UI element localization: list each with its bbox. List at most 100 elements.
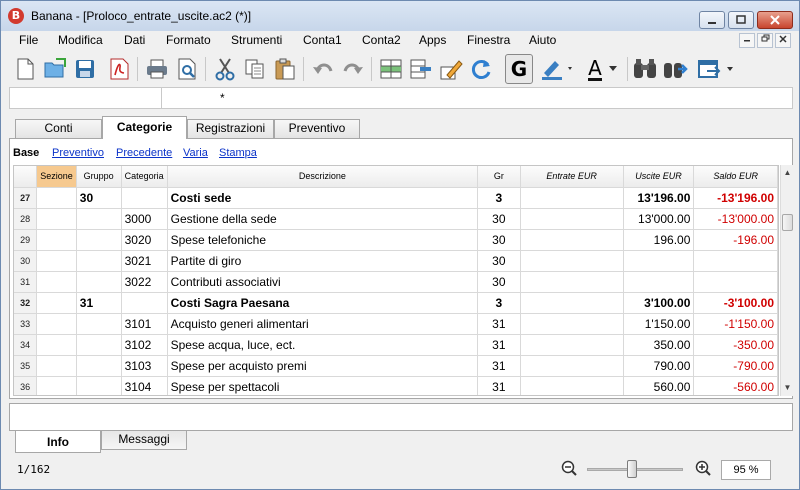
header-gruppo[interactable]: Gruppo xyxy=(76,166,122,188)
menu-aiuto[interactable]: Aiuto xyxy=(529,33,556,47)
zoom-level-field[interactable]: 95 % xyxy=(721,460,771,480)
cell-uscite[interactable] xyxy=(623,271,695,293)
cell-descrizione[interactable]: Contributi associativi xyxy=(167,271,479,293)
cell-descrizione[interactable]: Spese acqua, luce, ect. xyxy=(167,334,479,356)
scroll-up-icon[interactable]: ▲ xyxy=(781,166,794,179)
view-precedente[interactable]: Precedente xyxy=(116,147,172,159)
table-row[interactable]: 34 3102 Spese acqua, luce, ect. 31 350.0… xyxy=(14,334,778,356)
cell-categoria[interactable]: 3000 xyxy=(121,208,168,230)
cell-sezione[interactable] xyxy=(36,313,77,335)
tab-registrazioni[interactable]: Registrazioni xyxy=(187,119,274,138)
cell-uscite[interactable]: 13'196.00 xyxy=(623,187,695,209)
cell-uscite[interactable]: 13'000.00 xyxy=(623,208,695,230)
cell-sezione[interactable] xyxy=(36,250,77,272)
cell-gr[interactable]: 3 xyxy=(477,292,521,314)
cell-sezione[interactable] xyxy=(36,187,77,209)
cell-saldo[interactable]: -3'100.00 xyxy=(693,292,778,314)
cell-gruppo[interactable] xyxy=(76,376,122,395)
cell-sezione[interactable] xyxy=(36,376,77,395)
cell-categoria[interactable]: 3103 xyxy=(121,355,168,377)
cell-sezione[interactable] xyxy=(36,271,77,293)
cell-gr[interactable]: 31 xyxy=(477,355,521,377)
cell-categoria[interactable] xyxy=(121,187,168,209)
cell-saldo[interactable]: -350.00 xyxy=(693,334,778,356)
tab-categorie[interactable]: Categorie xyxy=(102,116,187,139)
cell-descrizione[interactable]: Partite di giro xyxy=(167,250,479,272)
cell-gruppo[interactable]: 31 xyxy=(76,292,122,314)
view-stampa[interactable]: Stampa xyxy=(219,147,257,159)
tab-conti[interactable]: Conti xyxy=(15,119,102,138)
cell-descrizione[interactable]: Acquisto generi alimentari xyxy=(167,313,479,335)
cell-entrate[interactable] xyxy=(520,313,624,335)
header-sezione[interactable]: Sezione xyxy=(36,166,77,188)
cell-sezione[interactable] xyxy=(36,334,77,356)
cell-entrate[interactable] xyxy=(520,334,624,356)
maximize-button[interactable] xyxy=(728,11,754,29)
cell-saldo[interactable]: -13'000.00 xyxy=(693,208,778,230)
table-row[interactable]: 28 3000 Gestione della sede 30 13'000.00… xyxy=(14,208,778,230)
cell-gruppo[interactable] xyxy=(76,250,122,272)
menu-file[interactable]: File xyxy=(19,33,38,47)
mdi-restore-button[interactable] xyxy=(757,33,773,48)
cell-categoria[interactable]: 3101 xyxy=(121,313,168,335)
table-row[interactable]: 35 3103 Spese per acquisto premi 31 790.… xyxy=(14,355,778,377)
cell-descrizione[interactable]: Spese per spettacoli xyxy=(167,376,479,395)
header-uscite[interactable]: Uscite EUR xyxy=(623,166,695,188)
zoom-out-button[interactable] xyxy=(561,460,577,476)
header-entrate[interactable]: Entrate EUR xyxy=(520,166,624,188)
cell-uscite[interactable]: 790.00 xyxy=(623,355,695,377)
cell-entrate[interactable] xyxy=(520,271,624,293)
table-row[interactable]: 29 3020 Spese telefoniche 30 196.00 -196… xyxy=(14,229,778,251)
cell-saldo[interactable]: -13'196.00 xyxy=(693,187,778,209)
view-preventivo[interactable]: Preventivo xyxy=(52,147,104,159)
cell-gr[interactable]: 31 xyxy=(477,376,521,395)
title-bar[interactable]: B Banana - [Proloco_entrate_uscite.ac2 (… xyxy=(1,1,799,31)
table-row[interactable]: 31 3022 Contributi associativi 30 xyxy=(14,271,778,293)
table-row[interactable]: 30 3021 Partite di giro 30 xyxy=(14,250,778,272)
find-button[interactable] xyxy=(631,54,659,84)
cell-descrizione[interactable]: Costi Sagra Paesana xyxy=(167,292,479,314)
cell-saldo[interactable]: -560.00 xyxy=(693,376,778,395)
cell-descrizione[interactable]: Spese per acquisto premi xyxy=(167,355,479,377)
print-button[interactable] xyxy=(143,54,171,84)
cell-entrate[interactable] xyxy=(520,208,624,230)
cell-entrate[interactable] xyxy=(520,187,624,209)
pdf-button[interactable] xyxy=(105,54,133,84)
cell-gr[interactable]: 30 xyxy=(477,271,521,293)
menu-dati[interactable]: Dati xyxy=(124,33,145,47)
table-row[interactable]: 27 30 Costi sede 3 13'196.00 -13'196.00 xyxy=(14,187,778,209)
menu-modifica[interactable]: Modifica xyxy=(58,33,103,47)
cell-categoria[interactable] xyxy=(121,292,168,314)
paste-button[interactable] xyxy=(271,54,299,84)
header-categoria[interactable]: Categoria xyxy=(121,166,168,188)
cell-saldo[interactable]: -1'150.00 xyxy=(693,313,778,335)
cell-sezione[interactable] xyxy=(36,229,77,251)
cell-categoria[interactable]: 3020 xyxy=(121,229,168,251)
cell-uscite[interactable] xyxy=(623,250,695,272)
cell-sezione[interactable] xyxy=(36,208,77,230)
cell-saldo[interactable] xyxy=(693,271,778,293)
cell-uscite[interactable]: 196.00 xyxy=(623,229,695,251)
cell-saldo[interactable]: -196.00 xyxy=(693,229,778,251)
cut-button[interactable] xyxy=(211,54,239,84)
header-gr[interactable]: Gr xyxy=(477,166,521,188)
formula-value-field[interactable]: * xyxy=(220,91,225,105)
cell-gr[interactable]: 30 xyxy=(477,229,521,251)
table-row[interactable]: 33 3101 Acquisto generi alimentari 31 1'… xyxy=(14,313,778,335)
header-saldo[interactable]: Saldo EUR xyxy=(693,166,778,188)
cell-descrizione[interactable]: Costi sede xyxy=(167,187,479,209)
cell-entrate[interactable] xyxy=(520,355,624,377)
cell-entrate[interactable] xyxy=(520,229,624,251)
save-button[interactable] xyxy=(71,54,99,84)
highlight-color-button[interactable] xyxy=(539,54,577,84)
cell-gruppo[interactable] xyxy=(76,355,122,377)
zoom-slider-thumb[interactable] xyxy=(627,460,637,478)
cell-gruppo[interactable] xyxy=(76,313,122,335)
menu-apps[interactable]: Apps xyxy=(419,33,446,47)
refresh-button[interactable] xyxy=(467,54,495,84)
cell-categoria[interactable]: 3021 xyxy=(121,250,168,272)
header-descrizione[interactable]: Descrizione xyxy=(167,166,479,188)
cell-gr[interactable]: 30 xyxy=(477,250,521,272)
cell-reference-field[interactable] xyxy=(10,88,162,108)
cell-entrate[interactable] xyxy=(520,250,624,272)
